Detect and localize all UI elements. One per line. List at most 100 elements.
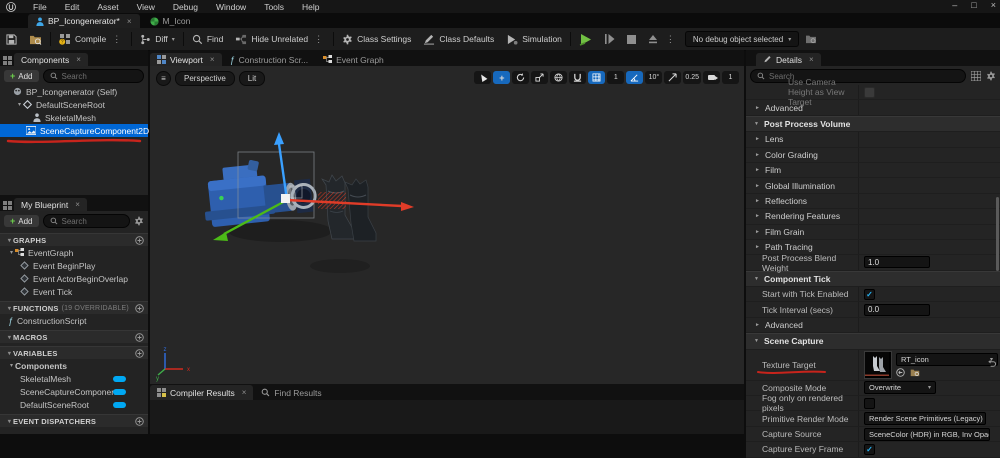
eject-button[interactable] [642,28,664,50]
section-variables[interactable]: ▾ VARIABLES [0,346,148,359]
caret-icon[interactable]: ► [754,213,761,219]
checkbox[interactable] [864,86,875,98]
play-options-icon[interactable]: ⋮ [664,34,677,45]
list-item-defaultsceneroot[interactable]: DefaultSceneRoot [0,398,148,411]
caret-icon[interactable]: ► [754,244,761,250]
tab-my-blueprint[interactable]: My Blueprint × [14,198,87,211]
scrollbar-thumb[interactable] [996,197,999,271]
debug-object-dropdown[interactable]: No debug object selected ▾ [684,31,800,47]
caret-icon[interactable]: ▾ [6,418,13,425]
play-button[interactable] [573,28,599,50]
compile-options-icon[interactable]: ⋮ [110,34,123,45]
caret-icon[interactable]: ► [754,322,761,328]
caret-icon[interactable]: ▾ [6,237,13,244]
list-item-event-actorbeginoverlap[interactable]: Event ActorBeginOverlap [0,272,148,285]
viewport[interactable]: ≡ Perspective Lit + 1 10° 0.25 1 z x y [150,66,744,384]
caret-icon[interactable]: ▼ [753,121,760,127]
dropdown[interactable]: SceneColor (HDR) in RGB, Inv Opacit▾ [864,427,990,441]
menu-help[interactable]: Help [293,2,328,12]
hide-unrelated-button[interactable]: Hide Unrelated ⋮ [229,28,331,50]
add-item-icon[interactable] [135,416,144,426]
section-functions[interactable]: ▾ FUNCTIONS (19 OVERRIDABLE) [0,301,148,314]
caret-icon[interactable]: ► [754,183,761,189]
close-icon[interactable]: × [127,17,132,26]
dropdown[interactable]: Render Scene Primitives (Legacy)▾ [864,412,986,426]
hide-unrelated-options-icon[interactable]: ⋮ [312,34,325,45]
menu-tools[interactable]: Tools [255,2,293,12]
tab-components[interactable]: Components × [14,53,88,66]
caret-icon[interactable]: ▾ [6,350,13,357]
checkbox[interactable] [864,397,875,409]
subcategory-lens[interactable]: ► Lens [746,132,858,146]
subcategory-global-illumination[interactable]: ► Global Illumination [746,178,858,192]
category-component-tick[interactable]: ▼ Component Tick [746,270,1000,288]
caret-icon[interactable]: ▾ [8,362,15,369]
browse-button[interactable] [23,28,48,50]
caret-icon[interactable]: ▾ [6,334,13,341]
tab-compiler-results[interactable]: Compiler Results × [150,385,254,400]
section-graphs[interactable]: ▾ GRAPHS [0,233,148,246]
gear-icon[interactable] [134,216,144,226]
list-item-event-tick[interactable]: Event Tick [0,285,148,298]
subcategory-reflections[interactable]: ► Reflections [746,194,858,208]
value-input[interactable] [864,256,930,269]
caret-icon[interactable]: ▼ [753,276,760,282]
find-button[interactable]: Find [186,28,230,50]
menu-asset[interactable]: Asset [88,2,127,12]
display-filter-icon[interactable] [971,71,981,81]
search-input[interactable] [61,71,137,81]
scene-3d[interactable]: z x y [150,66,744,384]
tree-item-bp-icongenerator-self-[interactable]: BP_Icongenerator (Self) [0,85,148,98]
tab-find-results[interactable]: Find Results [254,385,328,400]
caret-icon[interactable]: ► [754,167,761,173]
tab-construction-script[interactable]: ƒ Construction Scr... [223,53,315,66]
tab-event-graph[interactable]: Event Graph [316,53,391,66]
unreal-logo[interactable] [6,1,16,12]
tree-item-defaultsceneroot[interactable]: ▾ DefaultSceneRoot [0,98,148,111]
section-macros[interactable]: ▾ MACROS [0,330,148,343]
variable-type-pill[interactable] [113,388,126,395]
menu-debug[interactable]: Debug [164,2,207,12]
caret-icon[interactable]: ▾ [6,305,13,312]
search-input[interactable] [61,216,123,226]
add-item-icon[interactable] [135,303,144,313]
category-post-process-volume[interactable]: ▼ Post Process Volume [746,115,1000,133]
subcategory-rendering-features[interactable]: ► Rendering Features [746,209,858,223]
frame-skip-button[interactable] [599,28,621,50]
subcategory-advanced[interactable]: ► Advanced [746,100,858,114]
close-icon[interactable]: × [242,388,247,397]
checkbox[interactable]: ✓ [864,443,875,455]
class-settings-button[interactable]: Class Settings [336,28,417,50]
add-item-icon[interactable] [135,235,144,245]
gear-icon[interactable] [986,71,996,81]
diff-button[interactable]: Diff ▾ [134,28,181,50]
tab-viewport[interactable]: Viewport × [150,53,222,66]
tree-item-skeletalmesh[interactable]: SkeletalMesh [0,111,148,124]
minimize-button[interactable]: – [952,0,957,10]
asset-thumbnail[interactable] [864,350,892,379]
list-item-scenecapturecomponent[interactable]: SceneCaptureComponent [0,385,148,398]
menu-window[interactable]: Window [207,2,255,12]
caret-icon[interactable]: ▼ [753,338,760,344]
list-item-constructionscript[interactable]: ƒ ConstructionScript [0,314,148,327]
details-search[interactable] [750,69,966,83]
subcategory-color-grading[interactable]: ► Color Grading [746,148,858,162]
tab-bp-icongenerator[interactable]: BP_Icongenerator* × [28,14,140,28]
caret-icon[interactable]: ► [754,198,761,204]
my-blueprint-search[interactable] [42,214,130,228]
stop-button[interactable] [621,28,642,50]
add-item-icon[interactable] [135,332,144,342]
caret-icon[interactable]: ► [754,136,761,142]
list-item-components[interactable]: ▾ Components [0,359,148,372]
subcategory-advanced[interactable]: ► Advanced [746,318,858,332]
simulation-button[interactable]: Simulation [500,28,568,50]
close-icon[interactable]: × [809,55,814,64]
caret-icon[interactable]: ► [754,152,761,158]
add-component-button[interactable]: + Add [4,70,39,82]
menu-file[interactable]: File [24,2,56,12]
caret-icon[interactable]: ▾ [8,249,15,256]
close-icon[interactable]: × [76,55,81,64]
asset-dropdown[interactable]: RT_icon ▾ [896,352,998,366]
class-defaults-button[interactable]: Class Defaults [417,28,500,50]
tab-details[interactable]: Details × [756,53,821,66]
